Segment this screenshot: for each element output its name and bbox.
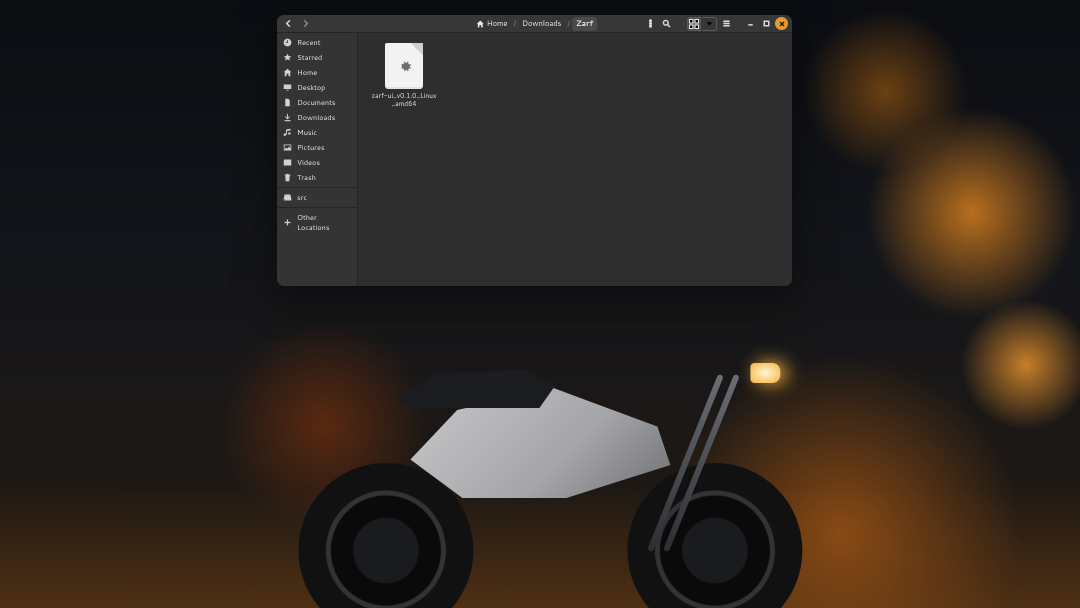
sidebar-item-home[interactable]: Home — [277, 65, 357, 80]
file-grid: zarf-ui_v0.1.0_Linux_amd64 — [368, 41, 782, 110]
search-button[interactable] — [659, 17, 673, 31]
clock-icon — [283, 38, 292, 47]
sidebar-item-label: Pictures — [297, 143, 325, 153]
view-grid-button[interactable] — [687, 17, 701, 31]
sidebar-item-label: Music — [297, 128, 317, 138]
maximize-button[interactable] — [759, 17, 773, 31]
sidebar-item-label: Home — [297, 68, 317, 78]
download-icon — [283, 113, 292, 122]
file-item[interactable]: zarf-ui_v0.1.0_Linux_amd64 — [368, 41, 440, 110]
view-options-button[interactable] — [703, 17, 717, 31]
sidebar-item-recent[interactable]: Recent — [277, 35, 357, 50]
minimize-button[interactable] — [743, 17, 757, 31]
videos-icon — [283, 158, 292, 167]
sidebar-item-label: Desktop — [297, 83, 325, 93]
nav-back-button[interactable] — [281, 17, 295, 31]
breadcrumb-home-label: Home — [487, 19, 508, 29]
sidebar-item-label: Other Locations — [297, 213, 351, 233]
sidebar-item-videos[interactable]: Videos — [277, 155, 357, 170]
sidebar: Recent Starred Home Desktop Documents Do… — [277, 33, 358, 286]
documents-icon — [283, 98, 292, 107]
sidebar-item-trash[interactable]: Trash — [277, 170, 357, 185]
breadcrumb-segment-label: Downloads — [522, 19, 561, 29]
breadcrumb: Home / Downloads / Zarf — [472, 17, 597, 31]
sidebar-item-other-locations[interactable]: Other Locations — [277, 210, 357, 235]
close-button[interactable] — [775, 17, 788, 30]
star-icon — [283, 53, 292, 62]
sidebar-item-label: Downloads — [297, 113, 335, 123]
sidebar-item-desktop[interactable]: Desktop — [277, 80, 357, 95]
breadcrumb-separator: / — [567, 19, 570, 29]
sidebar-item-label: Trash — [297, 173, 316, 183]
breadcrumb-home[interactable]: Home — [472, 17, 512, 31]
gear-icon — [396, 58, 413, 75]
content-area: Recent Starred Home Desktop Documents Do… — [277, 33, 792, 286]
trash-icon — [283, 173, 292, 182]
breadcrumb-segment-downloads[interactable]: Downloads — [518, 17, 565, 31]
plus-icon — [283, 218, 292, 227]
sidebar-item-downloads[interactable]: Downloads — [277, 110, 357, 125]
pictures-icon — [283, 143, 292, 152]
wallpaper-glow — [0, 488, 1080, 608]
home-icon — [283, 68, 292, 77]
sidebar-divider — [277, 187, 357, 188]
breadcrumb-segment-zarf[interactable]: Zarf — [572, 17, 597, 31]
breadcrumb-separator: / — [513, 19, 516, 29]
file-pane[interactable]: zarf-ui_v0.1.0_Linux_amd64 — [358, 33, 792, 286]
breadcrumb-segment-label: Zarf — [576, 19, 593, 29]
nav-forward-button[interactable] — [298, 17, 312, 31]
sidebar-mount-src[interactable]: src — [277, 190, 357, 205]
sidebar-item-music[interactable]: Music — [277, 125, 357, 140]
sidebar-item-label: src — [297, 193, 307, 203]
sidebar-item-label: Recent — [297, 38, 321, 48]
binary-file-icon — [385, 43, 423, 89]
hamburger-menu-button[interactable] — [719, 17, 733, 31]
sidebar-item-label: Starred — [297, 53, 322, 63]
drive-icon — [283, 193, 292, 202]
monitor-icon — [283, 83, 292, 92]
sidebar-item-starred[interactable]: Starred — [277, 50, 357, 65]
file-manager-window: Home / Downloads / Zarf — [277, 15, 792, 286]
toolbar-right — [643, 17, 788, 31]
sidebar-divider — [277, 207, 357, 208]
kebab-menu-button[interactable] — [643, 17, 657, 31]
sidebar-item-label: Videos — [297, 158, 320, 168]
sidebar-item-pictures[interactable]: Pictures — [277, 140, 357, 155]
file-label: zarf-ui_v0.1.0_Linux_amd64 — [370, 93, 438, 108]
titlebar: Home / Downloads / Zarf — [277, 15, 792, 33]
sidebar-item-documents[interactable]: Documents — [277, 95, 357, 110]
music-icon — [283, 128, 292, 137]
sidebar-item-label: Documents — [297, 98, 335, 108]
